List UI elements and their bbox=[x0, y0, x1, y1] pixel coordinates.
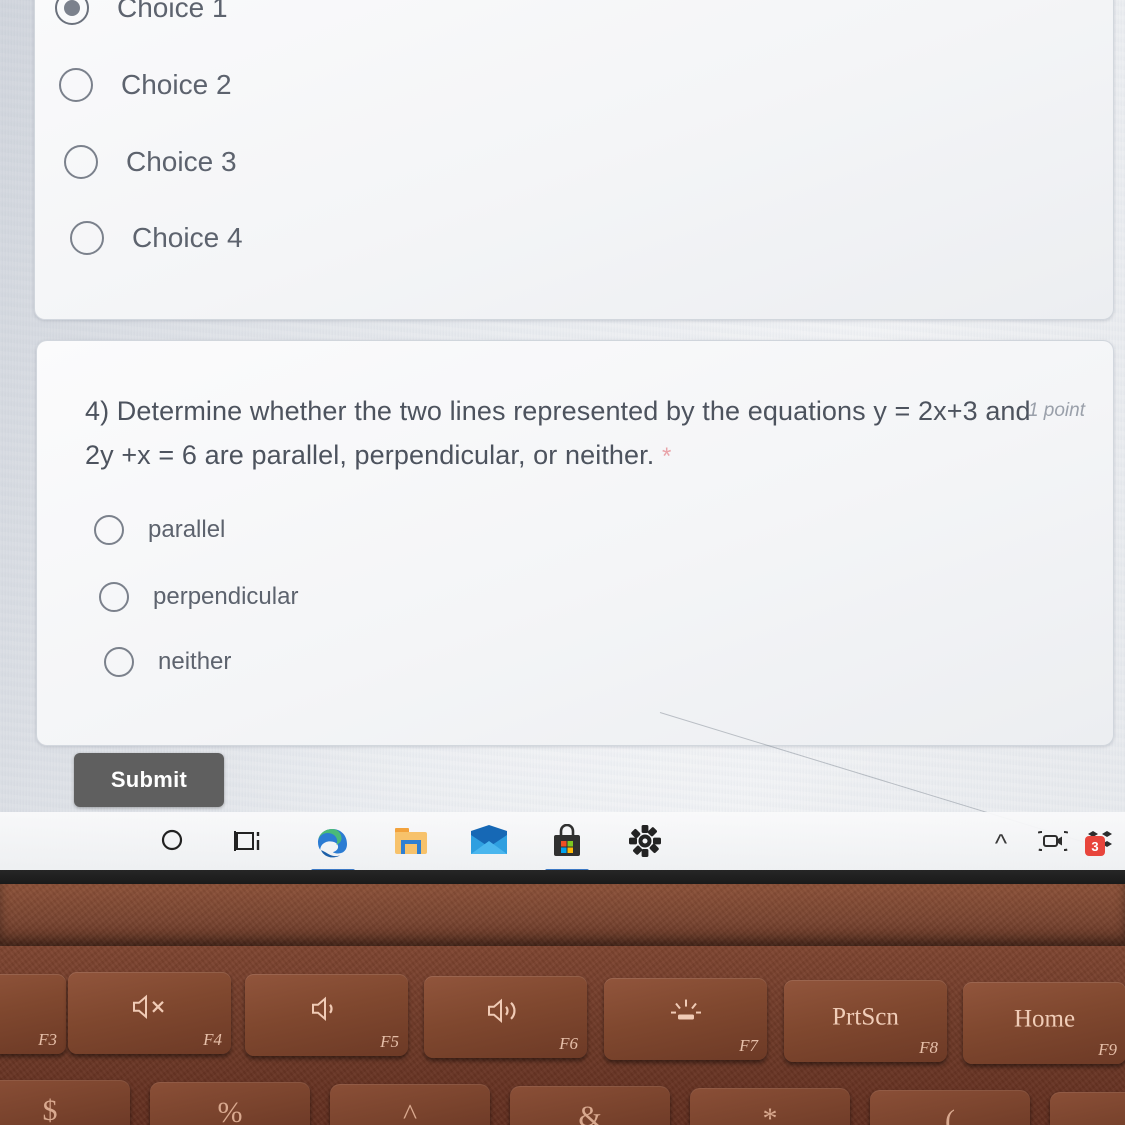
option-label: Choice 1 bbox=[117, 0, 228, 23]
radio-neither[interactable] bbox=[104, 647, 134, 677]
option-choice-2[interactable]: Choice 2 bbox=[59, 68, 232, 102]
option-choice-1[interactable]: Choice 1 bbox=[55, 0, 228, 25]
laptop-keyboard: F3 F4 F5 F6 F7 PrtScn F8 Home F9 $ % ^ &… bbox=[0, 884, 1125, 1125]
key-asterisk[interactable]: * bbox=[690, 1088, 850, 1125]
option-label: perpendicular bbox=[153, 583, 299, 610]
key-f6-volume-up[interactable]: F6 bbox=[424, 976, 587, 1058]
key-f7-label: F7 bbox=[739, 1036, 758, 1055]
taskbar-edge-button[interactable] bbox=[302, 812, 364, 874]
key-f7-keyboard-backlight[interactable]: F7 bbox=[604, 978, 767, 1060]
radio-choice-1[interactable] bbox=[55, 0, 89, 25]
windows-taskbar[interactable]: ^ 3 bbox=[0, 812, 1125, 874]
key-f8-prtscn[interactable]: PrtScn F8 bbox=[784, 980, 947, 1062]
webcam-icon bbox=[1030, 828, 1076, 859]
key-percent[interactable]: % bbox=[150, 1082, 310, 1125]
option-label: Choice 3 bbox=[126, 146, 237, 177]
tray-network-notifications[interactable]: 3 bbox=[1079, 812, 1125, 874]
key-f3-label: F3 bbox=[38, 1030, 57, 1049]
key-f9-word: Home bbox=[1013, 1005, 1076, 1033]
notification-badge: 3 bbox=[1085, 836, 1105, 856]
volume-up-icon bbox=[424, 998, 587, 1030]
key-f4-mute[interactable]: F4 bbox=[68, 972, 231, 1054]
system-tray[interactable]: ^ 3 bbox=[975, 812, 1125, 874]
task-view-icon bbox=[234, 828, 264, 859]
key-ampersand-symbol: & bbox=[578, 1100, 602, 1125]
key-paren-symbol: ( bbox=[945, 1104, 955, 1125]
file-explorer-icon bbox=[392, 824, 430, 863]
option-choice-4[interactable]: Choice 4 bbox=[70, 221, 243, 255]
key-ampersand[interactable]: & bbox=[510, 1086, 670, 1125]
key-f5-label: F5 bbox=[380, 1032, 399, 1051]
question-4-body: 4) Determine whether the two lines repre… bbox=[85, 396, 1031, 470]
key-f5-volume-down[interactable]: F5 bbox=[245, 974, 408, 1056]
taskbar-file-explorer-button[interactable] bbox=[380, 812, 442, 874]
radio-choice-2[interactable] bbox=[59, 68, 93, 102]
key-percent-symbol: % bbox=[217, 1096, 243, 1125]
question-4-points: 1 point bbox=[1027, 400, 1085, 421]
key-asterisk-symbol: * bbox=[762, 1102, 778, 1125]
key-dollar-symbol: $ bbox=[42, 1094, 58, 1125]
keyboard-backlight-icon bbox=[604, 997, 767, 1031]
key-f8-label: F8 bbox=[919, 1038, 938, 1057]
key-f9-home[interactable]: Home F9 bbox=[963, 982, 1125, 1064]
key-caret-symbol: ^ bbox=[402, 1098, 418, 1125]
key-f9-label: F9 bbox=[1098, 1040, 1117, 1059]
radio-parallel[interactable] bbox=[94, 515, 124, 545]
option-label: parallel bbox=[148, 516, 226, 543]
key-dollar[interactable]: $ bbox=[0, 1080, 130, 1125]
edge-icon bbox=[313, 821, 353, 866]
taskbar-search-button[interactable] bbox=[142, 812, 204, 874]
option-neither[interactable]: neither bbox=[104, 647, 231, 677]
volume-down-icon bbox=[245, 996, 408, 1028]
search-icon bbox=[160, 828, 186, 859]
submit-button[interactable]: Submit bbox=[74, 753, 224, 807]
key-f6-label: F6 bbox=[559, 1034, 578, 1053]
required-asterisk: * bbox=[661, 442, 672, 470]
settings-gear-icon bbox=[627, 823, 663, 864]
taskbar-settings-button[interactable] bbox=[614, 812, 676, 874]
radio-choice-3[interactable] bbox=[64, 145, 98, 179]
option-label: Choice 4 bbox=[132, 222, 243, 253]
tray-meet-now-button[interactable] bbox=[1027, 812, 1079, 874]
key-extra[interactable] bbox=[1050, 1092, 1125, 1125]
key-f3[interactable]: F3 bbox=[0, 974, 66, 1054]
key-f8-word: PrtScn bbox=[832, 1003, 899, 1031]
option-label: neither bbox=[158, 648, 232, 675]
radio-choice-4[interactable] bbox=[70, 221, 104, 255]
key-paren[interactable]: ( bbox=[870, 1090, 1030, 1125]
question-4-text: 4) Determine whether the two lines repre… bbox=[85, 390, 1035, 477]
laptop-screen: Choice 1 Choice 2 Choice 3 Choice 4 4) D… bbox=[0, 0, 1125, 884]
key-caret[interactable]: ^ bbox=[330, 1084, 490, 1125]
screen-bezel bbox=[0, 870, 1125, 884]
radio-perpendicular[interactable] bbox=[99, 582, 129, 612]
option-perpendicular[interactable]: perpendicular bbox=[99, 582, 298, 612]
taskbar-microsoft-store-button[interactable] bbox=[536, 812, 598, 874]
option-parallel[interactable]: parallel bbox=[94, 515, 225, 545]
mail-icon bbox=[469, 824, 509, 862]
option-label: Choice 2 bbox=[121, 69, 232, 100]
keyboard-hinge bbox=[0, 884, 1125, 946]
mute-icon bbox=[68, 994, 231, 1026]
chevron-up-icon: ^ bbox=[994, 828, 1008, 858]
taskbar-task-view-button[interactable] bbox=[218, 812, 280, 874]
option-choice-3[interactable]: Choice 3 bbox=[64, 145, 237, 179]
taskbar-mail-button[interactable] bbox=[458, 812, 520, 874]
tray-show-hidden-icons-button[interactable]: ^ bbox=[975, 812, 1027, 874]
key-f4-label: F4 bbox=[203, 1030, 222, 1049]
microsoft-store-icon bbox=[550, 823, 584, 863]
